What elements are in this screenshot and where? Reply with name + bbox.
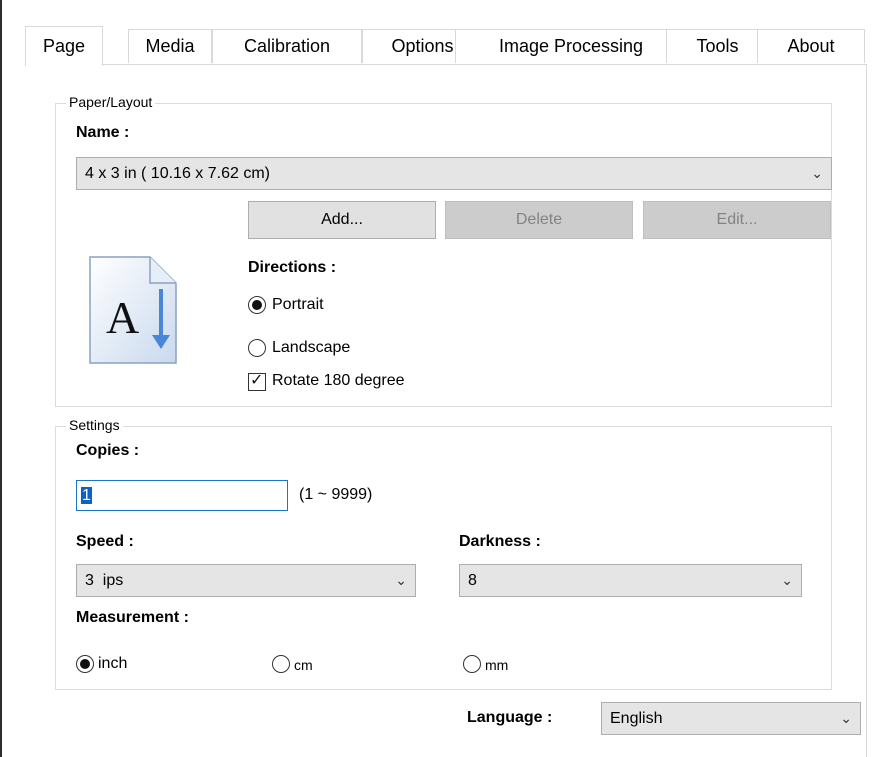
chevron-down-icon: ⌄ <box>840 710 852 726</box>
svg-text:A: A <box>106 292 139 343</box>
tab-about[interactable]: About <box>757 29 865 63</box>
inch-radio[interactable] <box>76 655 94 673</box>
page-portrait-icon: A <box>89 256 177 364</box>
chevron-down-icon: ⌄ <box>395 572 407 588</box>
paper-name-value: 4 x 3 in ( 10.16 x 7.62 cm) <box>85 165 270 182</box>
speed-value: 3 ips <box>85 572 124 589</box>
language-value: English <box>610 710 663 727</box>
landscape-label: Landscape <box>272 339 351 356</box>
tab-tools[interactable]: Tools <box>666 29 769 63</box>
mm-label: mm <box>485 657 509 673</box>
darkness-value: 8 <box>468 572 477 589</box>
chevron-down-icon: ⌄ <box>781 572 793 588</box>
tab-calibration[interactable]: Calibration <box>212 29 362 63</box>
copies-input[interactable]: 1 <box>76 480 288 511</box>
darkness-dropdown[interactable]: 8 ⌄ <box>459 564 802 597</box>
measurement-label: Measurement : <box>76 609 189 626</box>
landscape-radio[interactable] <box>248 339 266 357</box>
rotate-180-checkbox[interactable]: ✓ <box>248 372 266 391</box>
language-label: Language : <box>467 709 553 726</box>
tab-media[interactable]: Media <box>128 29 212 63</box>
tab-page[interactable]: Page <box>25 26 103 66</box>
mm-radio[interactable] <box>463 655 481 673</box>
portrait-radio[interactable] <box>248 296 266 314</box>
checkmark-icon: ✓ <box>250 372 264 389</box>
settings-group: Settings <box>55 417 832 690</box>
delete-button[interactable]: Delete <box>445 201 633 239</box>
rotate-180-label: Rotate 180 degree <box>272 372 405 389</box>
add-button[interactable]: Add... <box>248 201 436 239</box>
paper-name-dropdown[interactable]: 4 x 3 in ( 10.16 x 7.62 cm) ⌄ <box>76 157 832 190</box>
settings-legend: Settings <box>66 417 123 433</box>
paper-layout-legend: Paper/Layout <box>66 94 156 110</box>
darkness-label: Darkness : <box>459 533 541 550</box>
inch-label: inch <box>98 655 128 672</box>
directions-label: Directions : <box>248 259 337 276</box>
portrait-label: Portrait <box>272 296 324 313</box>
copies-value: 1 <box>81 487 92 504</box>
edit-button[interactable]: Edit... <box>643 201 831 239</box>
cm-label: cm <box>294 657 313 673</box>
window-edge <box>0 0 2 757</box>
copies-range-hint: (1 ~ 9999) <box>299 486 373 503</box>
name-label: Name : <box>76 124 130 141</box>
chevron-down-icon: ⌄ <box>811 165 823 181</box>
language-dropdown[interactable]: English ⌄ <box>601 702 861 735</box>
cm-radio[interactable] <box>272 655 290 673</box>
speed-dropdown[interactable]: 3 ips ⌄ <box>76 564 416 597</box>
tab-image-processing[interactable]: Image Processing <box>455 29 687 63</box>
copies-label: Copies : <box>76 442 140 459</box>
speed-label: Speed : <box>76 533 134 550</box>
